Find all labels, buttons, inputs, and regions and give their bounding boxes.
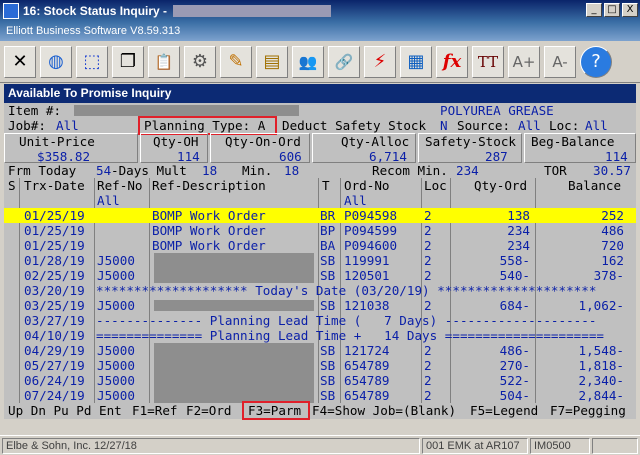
qty-on-ord-value: 606 [279, 149, 302, 164]
redacted-title [173, 5, 332, 17]
font-icon[interactable]: TT [472, 45, 504, 78]
table-row[interactable]: 01/28/19 J5000 SB 119991 2 558- 162 [4, 253, 636, 268]
table-row[interactable]: 01/25/19 BOMP Work Order BP P094599 2 23… [4, 223, 636, 238]
status-bar: Elbe & Sohn, Inc. 12/27/18 001 EMK at AR… [0, 435, 640, 455]
app-version: Elliott Business Software V8.59.313 [0, 22, 640, 41]
f5-legend-key[interactable]: F5=Legend [470, 403, 538, 418]
unit-price-value: $358.82 [37, 149, 91, 164]
calc-icon[interactable]: ▦ [400, 45, 432, 78]
table-row-selected[interactable]: 01/25/19 BOMP Work Order BR P094598 2 13… [4, 208, 636, 223]
flash-icon[interactable]: ⚡ [364, 45, 396, 78]
tor-label: TOR [544, 163, 567, 178]
table-row[interactable]: 02/25/19 J5000 SB 120501 2 540- 378- [4, 268, 636, 283]
window-titlebar: 16: Stock Status Inquiry - _ □ X [0, 0, 640, 22]
days-mult-label: -Days Mult [111, 163, 187, 178]
table-row[interactable]: 05/27/19 J5000 SB 654789 2 270- 1,818- [4, 358, 636, 373]
col-loc: Loc [424, 178, 447, 193]
table-row[interactable]: 07/24/19 J5000 SB 654789 2 504- 2,844- [4, 388, 636, 403]
recom-min-label: Recom Min. [372, 163, 448, 178]
deduct-safety-label: Deduct Safety Stock [282, 118, 427, 133]
settings-icon[interactable]: ⚙ [184, 45, 216, 78]
terminal-screen: Item #: POLYUREA GREASE Job#: All Planni… [4, 103, 636, 420]
item-description: POLYUREA GREASE [440, 103, 554, 118]
nav-keys: Up Dn Pu Pd Ent [8, 403, 122, 418]
link-icon[interactable]: 🔗 [328, 45, 360, 78]
col-balance: Balance [568, 178, 622, 193]
minimize-button[interactable]: _ [586, 3, 602, 17]
col-trx-date: Trx-Date [24, 178, 85, 193]
tor-value: 30.57 [593, 163, 631, 178]
col-ref-description: Ref-Description [152, 178, 266, 193]
f3-parm-annotation [242, 401, 310, 420]
col-ord-no: Ord-No [344, 178, 390, 193]
days-value: 54 [96, 163, 112, 178]
planning-lead-time-marker: 03/27/19 -------------- Planning Lead Ti… [24, 313, 597, 328]
col-s: S [8, 178, 16, 193]
edit-icon[interactable]: ✎ [220, 45, 252, 78]
safety-stock-label: Safety-Stock [425, 134, 516, 149]
toolbar: ✕ ◍ ⬚ ❐ 📋 ⚙ ✎ ▤ 👥 🔗 ⚡ ▦ fx TT A+ A- ? [0, 41, 640, 83]
beg-balance-label: Beg-Balance [531, 134, 615, 149]
f1-ref-key[interactable]: F1=Ref [132, 403, 178, 418]
qty-on-ord-label: Qty-On-Ord [225, 134, 301, 149]
col-qty-ord: Qty-Ord [474, 178, 528, 193]
column-header: S Trx-Date Ref-No All Ref-Description T … [4, 178, 636, 208]
qty-oh-value: 114 [177, 149, 200, 164]
panel-title: Available To Promise Inquiry [4, 84, 636, 103]
paste-icon[interactable]: 📋 [148, 45, 180, 78]
todays-date-marker: 03/20/19 ******************** Today's Da… [24, 283, 597, 298]
qty-alloc-value: 6,714 [369, 149, 407, 164]
col-ref-no: Ref-No [97, 178, 143, 193]
redacted-item-number [74, 105, 299, 116]
item-label: Item #: [8, 103, 62, 118]
source-value[interactable]: All [518, 118, 541, 133]
globe-icon[interactable]: ◍ [40, 45, 72, 78]
loc-label: Loc: [549, 118, 580, 133]
status-company: Elbe & Sohn, Inc. 12/27/18 [2, 438, 420, 454]
status-user: 001 EMK at AR107 [422, 438, 528, 454]
window-title: 16: Stock Status Inquiry - [23, 4, 168, 18]
function-icon[interactable]: fx [436, 45, 468, 78]
job-value[interactable]: All [56, 118, 79, 133]
app-icon [3, 3, 19, 19]
col-t: T [322, 178, 330, 193]
job-label: Job#: [8, 118, 46, 133]
font-increase-icon[interactable]: A+ [508, 45, 540, 78]
f7-pegging-key[interactable]: F7=Pegging [550, 403, 626, 418]
table-row[interactable]: 04/29/19 J5000 SB 121724 2 486- 1,548- [4, 343, 636, 403]
recom-min-value: 234 [456, 163, 479, 178]
font-decrease-icon[interactable]: A- [544, 45, 576, 78]
exit-icon[interactable]: ✕ [4, 45, 36, 78]
col-ord-no-filter[interactable]: All [344, 193, 367, 208]
min-value: 18 [284, 163, 300, 178]
table-row[interactable]: 01/25/19 BOMP Work Order BA P094600 2 23… [4, 238, 636, 253]
unit-price-label: Unit-Price [19, 134, 95, 149]
beg-balance-value: 114 [605, 149, 628, 164]
col-ref-no-filter[interactable]: All [97, 193, 120, 208]
planning-lead-time-plus-marker: 04/10/19 ============== Planning Lead Ti… [24, 328, 604, 343]
qty-oh-label: Qty-OH [153, 134, 199, 149]
frm-today-label: Frm Today [8, 163, 77, 178]
safety-stock-value: 287 [485, 149, 508, 164]
copy-icon[interactable]: ❐ [112, 45, 144, 78]
source-label: Source: [457, 118, 511, 133]
qty-alloc-label: Qty-Alloc [341, 134, 410, 149]
table-row[interactable]: 06/24/19 J5000 SB 654789 2 522- 2,340- [4, 373, 636, 388]
select-icon[interactable]: ⬚ [76, 45, 108, 78]
users-icon[interactable]: 👥 [292, 45, 324, 78]
close-button[interactable]: X [622, 3, 638, 17]
status-extra [592, 438, 638, 454]
function-key-bar: Up Dn Pu Pd Ent F1=Ref F2=Ord F3=Parm F4… [4, 403, 636, 418]
help-icon[interactable]: ? [580, 45, 612, 78]
table-row[interactable]: 03/25/19 J5000 SB 121038 2 684- 1,062- [4, 298, 636, 313]
mult-value: 18 [202, 163, 218, 178]
f4-show-job-key[interactable]: F4=Show Job=(Blank) [312, 403, 456, 418]
f2-ord-key[interactable]: F2=Ord [186, 403, 232, 418]
maximize-button[interactable]: □ [604, 3, 620, 17]
deduct-safety-value[interactable]: N [440, 118, 448, 133]
loc-value[interactable]: All [585, 118, 608, 133]
notes-icon[interactable]: ▤ [256, 45, 288, 78]
status-program: IM0500 [530, 438, 590, 454]
min-label: Min. [242, 163, 273, 178]
